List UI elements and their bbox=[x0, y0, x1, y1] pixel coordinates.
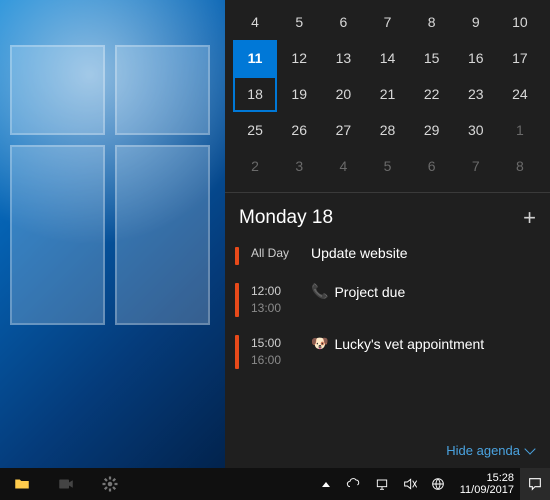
calendar-day[interactable]: 30 bbox=[454, 112, 498, 148]
event-emoji-icon: 🐶 bbox=[311, 335, 328, 352]
taskbar-app-button[interactable] bbox=[0, 468, 44, 500]
agenda-event[interactable]: 15:0016:00 🐶Lucky's vet appointment bbox=[225, 331, 550, 383]
agenda-date-title: Monday 18 bbox=[239, 207, 333, 229]
event-color-bar bbox=[235, 335, 239, 369]
calendar-day[interactable]: 9 bbox=[454, 4, 498, 40]
clock-date: 11/09/2017 bbox=[460, 484, 514, 496]
calendar-day[interactable]: 4 bbox=[233, 4, 277, 40]
calendar-day[interactable]: 1 bbox=[498, 112, 542, 148]
calendar-day[interactable]: 25 bbox=[233, 112, 277, 148]
calendar-day[interactable]: 22 bbox=[410, 76, 454, 112]
calendar-flyout: 4567891011121314151617181920212223242526… bbox=[225, 0, 550, 468]
chevron-down-icon bbox=[524, 443, 535, 454]
desktop-wallpaper bbox=[0, 0, 225, 468]
taskbar-pinned-area bbox=[0, 468, 132, 500]
calendar-day[interactable]: 28 bbox=[365, 112, 409, 148]
calendar-day[interactable]: 12 bbox=[277, 40, 321, 76]
calendar-day[interactable]: 8 bbox=[498, 148, 542, 184]
network-icon[interactable] bbox=[374, 476, 390, 492]
calendar-day[interactable]: 7 bbox=[365, 4, 409, 40]
agenda-header: Monday 18 + bbox=[225, 199, 550, 241]
onedrive-icon[interactable] bbox=[346, 476, 362, 492]
action-center-button[interactable] bbox=[520, 468, 550, 500]
wallpaper-pane bbox=[115, 45, 210, 135]
add-event-button[interactable]: + bbox=[523, 205, 536, 231]
taskbar-app-button[interactable] bbox=[44, 468, 88, 500]
calendar-day[interactable]: 8 bbox=[410, 4, 454, 40]
calendar-day[interactable]: 4 bbox=[321, 148, 365, 184]
volume-icon[interactable] bbox=[402, 476, 418, 492]
event-color-bar bbox=[235, 247, 239, 265]
calendar-day[interactable]: 17 bbox=[498, 40, 542, 76]
calendar-day[interactable]: 5 bbox=[277, 4, 321, 40]
agenda-list: All Day Update website 12:0013:00 📞Project … bbox=[225, 241, 550, 383]
event-color-bar bbox=[235, 283, 239, 317]
tray-overflow-button[interactable] bbox=[318, 476, 334, 492]
calendar-day[interactable]: 18 bbox=[233, 76, 277, 112]
calendar-day[interactable]: 7 bbox=[454, 148, 498, 184]
divider bbox=[225, 192, 550, 193]
system-tray bbox=[314, 476, 454, 492]
calendar-day[interactable]: 15 bbox=[410, 40, 454, 76]
taskbar-clock[interactable]: 15:28 11/09/2017 bbox=[454, 472, 520, 496]
event-time: All Day bbox=[251, 245, 299, 262]
video-icon bbox=[57, 475, 75, 493]
agenda-event[interactable]: All Day Update website bbox=[225, 241, 550, 279]
calendar-day[interactable]: 23 bbox=[454, 76, 498, 112]
wallpaper-pane bbox=[10, 45, 105, 135]
chevron-up-icon bbox=[322, 482, 330, 487]
calendar-day[interactable]: 27 bbox=[321, 112, 365, 148]
wallpaper-pane bbox=[10, 145, 105, 325]
clock-time: 15:28 bbox=[460, 472, 514, 484]
calendar-day[interactable]: 29 bbox=[410, 112, 454, 148]
agenda-event[interactable]: 12:0013:00 📞Project due bbox=[225, 279, 550, 331]
calendar-day[interactable]: 19 bbox=[277, 76, 321, 112]
calendar-day[interactable]: 16 bbox=[454, 40, 498, 76]
calendar-day[interactable]: 2 bbox=[233, 148, 277, 184]
event-time: 15:0016:00 bbox=[251, 335, 299, 369]
event-time: 12:0013:00 bbox=[251, 283, 299, 317]
calendar-day[interactable]: 26 bbox=[277, 112, 321, 148]
settings-icon bbox=[101, 475, 119, 493]
notification-icon bbox=[527, 476, 543, 492]
calendar-day[interactable]: 6 bbox=[410, 148, 454, 184]
calendar-day[interactable]: 14 bbox=[365, 40, 409, 76]
calendar-grid: 4567891011121314151617181920212223242526… bbox=[225, 0, 550, 190]
wallpaper-pane bbox=[115, 145, 210, 325]
taskbar-app-button[interactable] bbox=[88, 468, 132, 500]
calendar-day[interactable]: 5 bbox=[365, 148, 409, 184]
calendar-day[interactable]: 13 bbox=[321, 40, 365, 76]
event-title: 🐶Lucky's vet appointment bbox=[311, 335, 484, 352]
calendar-day[interactable]: 21 bbox=[365, 76, 409, 112]
calendar-day[interactable]: 24 bbox=[498, 76, 542, 112]
event-emoji-icon: 📞 bbox=[311, 283, 328, 300]
hide-agenda-label: Hide agenda bbox=[446, 443, 520, 458]
calendar-day[interactable]: 3 bbox=[277, 148, 321, 184]
event-title: Update website bbox=[311, 245, 408, 261]
taskbar: 15:28 11/09/2017 bbox=[0, 468, 550, 500]
calendar-day[interactable]: 6 bbox=[321, 4, 365, 40]
calendar-day[interactable]: 20 bbox=[321, 76, 365, 112]
calendar-day[interactable]: 10 bbox=[498, 4, 542, 40]
input-language-icon[interactable] bbox=[430, 476, 446, 492]
folder-icon bbox=[13, 475, 31, 493]
hide-agenda-button[interactable]: Hide agenda bbox=[446, 443, 534, 458]
event-title: 📞Project due bbox=[311, 283, 405, 300]
calendar-day[interactable]: 11 bbox=[233, 40, 277, 76]
